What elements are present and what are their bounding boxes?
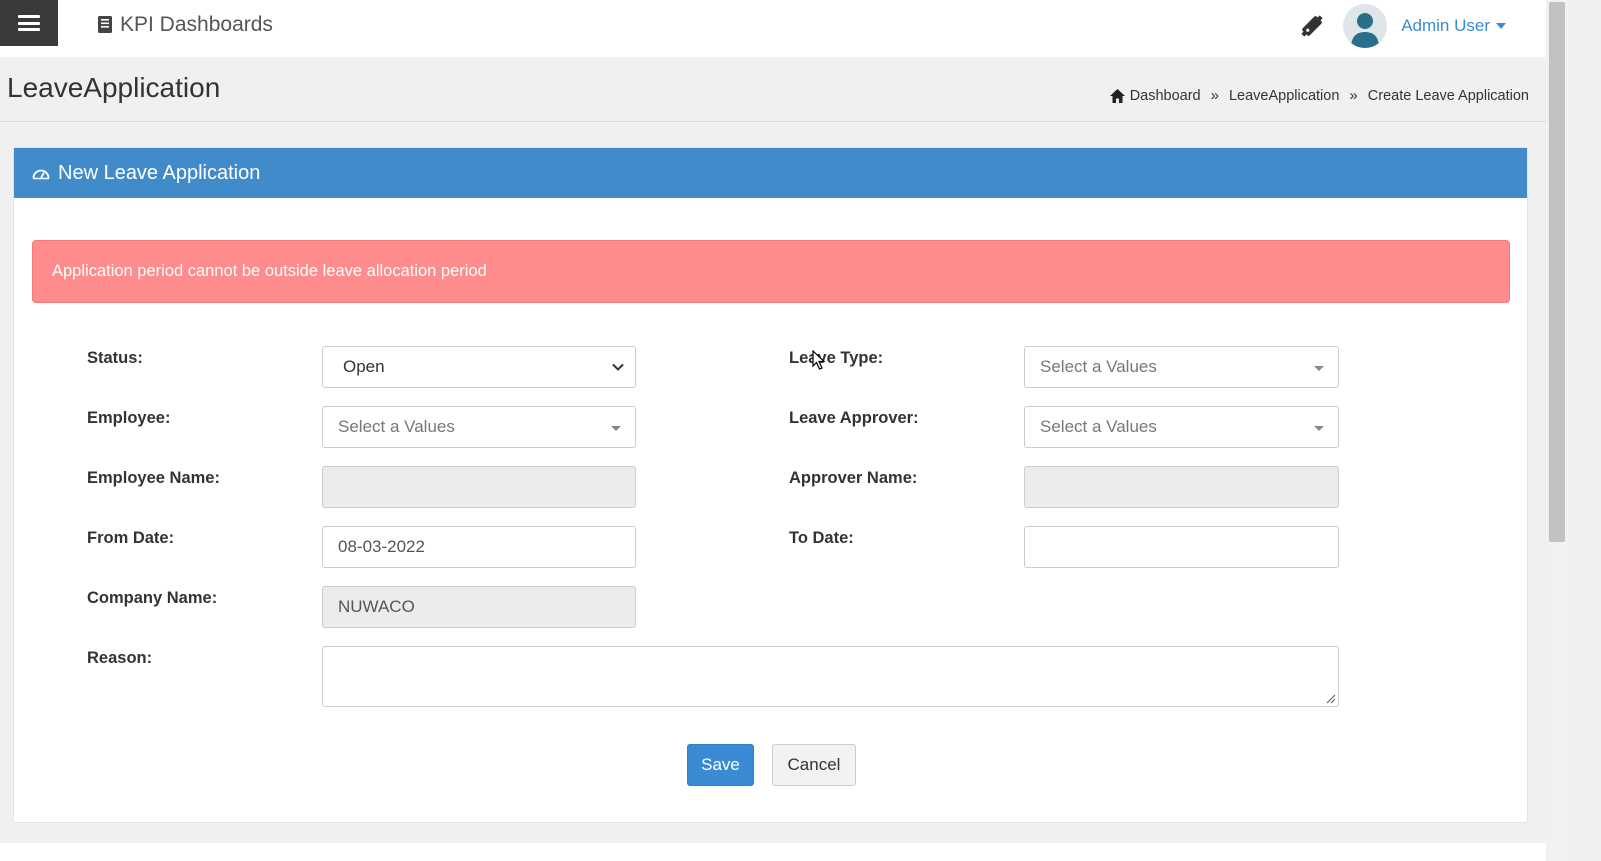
reason-textarea[interactable] (322, 646, 1339, 707)
home-icon (1109, 88, 1125, 103)
save-button[interactable]: Save (687, 744, 754, 786)
from-date-input[interactable]: 08-03-2022 (322, 526, 636, 568)
leave-approver-placeholder: Select a Values (1040, 417, 1157, 436)
employee-select[interactable]: Select a Values (322, 406, 636, 448)
leave-type-select[interactable]: Select a Values (1024, 346, 1339, 388)
to-date-label: To Date: (789, 529, 854, 547)
breadcrumb-current: Create Leave Application (1367, 87, 1529, 104)
from-date-label: From Date: (87, 529, 175, 547)
status-value: Open (343, 357, 385, 376)
alert-message: Application period cannot be outside lea… (52, 262, 487, 280)
scrollbar-thumb[interactable] (1549, 2, 1565, 542)
approver-name-field (1024, 466, 1339, 508)
caret-down-icon (1314, 426, 1324, 431)
brand-title: KPI Dashboards (120, 13, 273, 36)
vertical-scrollbar[interactable] (1546, 0, 1568, 861)
error-alert: Application period cannot be outside lea… (32, 240, 1510, 303)
caret-down-icon (1496, 23, 1506, 29)
avatar[interactable] (1343, 4, 1388, 48)
employee-placeholder: Select a Values (338, 417, 455, 436)
breadcrumb: Dashboard » LeaveApplication » Create Le… (1109, 87, 1529, 104)
hamburger-icon (18, 15, 40, 31)
page-bottom (0, 843, 1546, 861)
leave-type-placeholder: Select a Values (1040, 357, 1157, 376)
mouse-cursor-icon (812, 350, 826, 370)
breadcrumb-separator: » (1210, 87, 1219, 104)
user-menu[interactable]: Admin User (1401, 16, 1506, 36)
menu-toggle-button[interactable] (0, 0, 58, 46)
breadcrumb-dashboard[interactable]: Dashboard (1109, 88, 1201, 104)
top-navbar: KPI Dashboards Admin User (0, 0, 1546, 57)
employee-name-field (322, 466, 636, 508)
brand[interactable]: KPI Dashboards (96, 11, 273, 39)
employee-label: Employee: (87, 409, 171, 427)
status-label: Status: (87, 349, 143, 367)
to-date-input[interactable] (1024, 526, 1339, 568)
resize-grip-icon[interactable] (1326, 694, 1336, 704)
approver-name-label: Approver Name: (789, 469, 918, 487)
breadcrumb-label: Dashboard (1129, 87, 1201, 104)
leave-approver-select[interactable]: Select a Values (1024, 406, 1339, 448)
leave-type-label: Leave Type: (789, 349, 884, 367)
caret-down-icon (1314, 366, 1324, 371)
chevron-down-icon (612, 363, 624, 371)
cancel-button[interactable]: Cancel (772, 744, 856, 786)
status-select[interactable]: Open (322, 346, 636, 388)
caret-down-icon (611, 426, 621, 431)
dashboard-gauge-icon (32, 169, 50, 180)
reason-label: Reason: (87, 649, 153, 667)
breadcrumb-separator: » (1349, 87, 1358, 104)
leave-application-panel: New Leave Application Application period… (13, 147, 1528, 823)
page-header: LeaveApplication Dashboard » LeaveApplic… (0, 57, 1546, 122)
page-title: LeaveApplication (7, 72, 221, 103)
company-name-value: NUWACO (338, 597, 415, 616)
breadcrumb-leaveapplication[interactable]: LeaveApplication (1229, 88, 1339, 104)
book-icon (98, 16, 112, 33)
company-name-field: NUWACO (322, 586, 636, 628)
employee-name-label: Employee Name: (87, 469, 220, 487)
tag-icon[interactable] (1295, 9, 1329, 43)
leave-approver-label: Leave Approver: (789, 409, 919, 427)
company-name-label: Company Name: (87, 589, 218, 607)
panel-heading: New Leave Application (14, 148, 1527, 198)
user-name: Admin User (1401, 16, 1490, 35)
from-date-value: 08-03-2022 (338, 537, 425, 556)
panel-title: New Leave Application (58, 161, 261, 184)
